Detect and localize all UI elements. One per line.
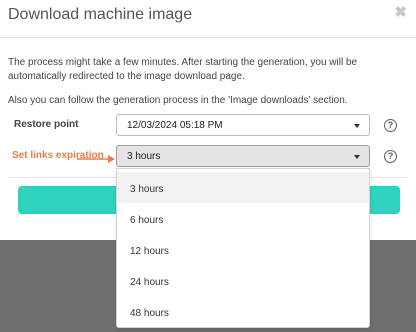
dropdown-option[interactable]: 24 hours (117, 265, 369, 296)
close-icon[interactable]: ✖ (394, 5, 407, 21)
restore-point-label: Restore point (14, 119, 79, 130)
arrow-icon (77, 155, 115, 163)
restore-point-value: 12/03/2024 05:18 PM (127, 120, 223, 131)
chevron-down-icon (354, 155, 360, 159)
info-text-line-3: Also you can follow the generation proce… (8, 95, 348, 106)
chevron-down-icon (354, 124, 360, 128)
links-expiration-dropdown: 3 hours 6 hours 12 hours 24 hours 48 hou… (116, 168, 370, 328)
help-icon[interactable]: ? (384, 150, 397, 163)
dropdown-option[interactable]: 12 hours (117, 234, 369, 265)
help-icon[interactable]: ? (384, 119, 397, 132)
restore-point-select[interactable]: 12/03/2024 05:18 PM (116, 114, 370, 136)
dialog-title: Download machine image (8, 6, 193, 23)
dropdown-option[interactable]: 3 hours (117, 172, 369, 203)
dropdown-option[interactable]: 6 hours (117, 203, 369, 234)
links-expiration-value: 3 hours (127, 151, 161, 162)
info-text-line-1: The process might take a few minutes. Af… (8, 57, 358, 68)
dropdown-option[interactable]: 48 hours (117, 296, 369, 327)
info-text-line-2: automatically redirected to the image do… (8, 71, 245, 82)
dialog-header: Download machine image ✖ (0, 0, 416, 38)
links-expiration-select[interactable]: 3 hours (116, 145, 370, 167)
